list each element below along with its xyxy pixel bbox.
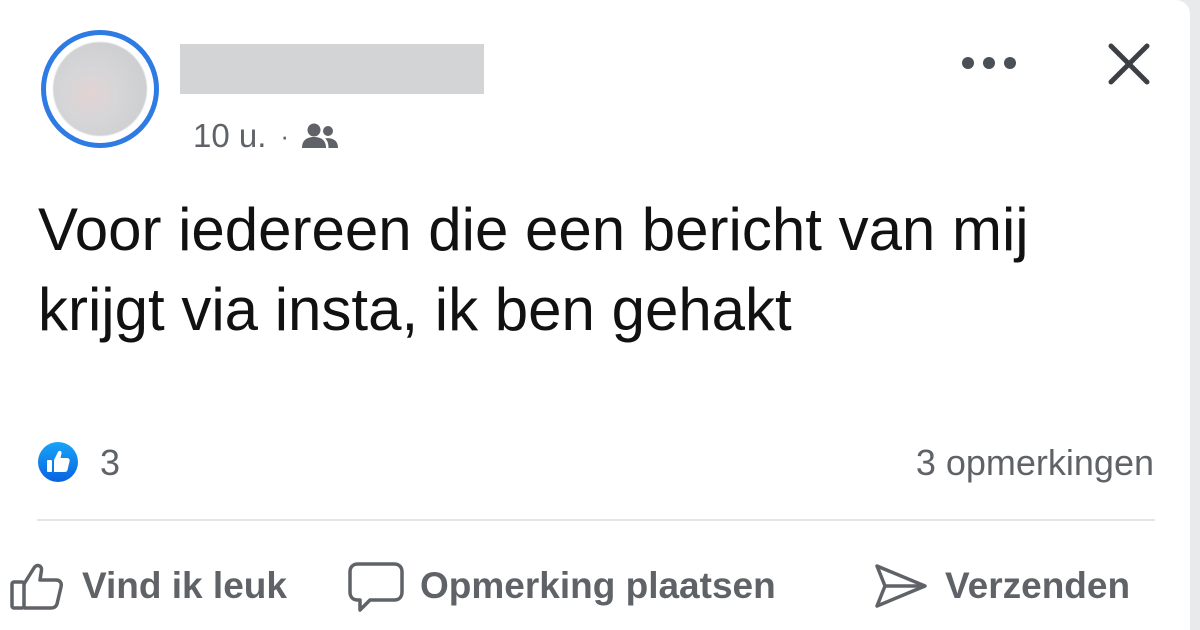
divider: [37, 519, 1155, 521]
post-card: 10 u. · Voor iedereen die een bericht va…: [0, 0, 1190, 630]
send-button[interactable]: Verzenden: [871, 548, 1130, 624]
author-name-redacted[interactable]: [180, 44, 484, 94]
thumbs-up-icon: [10, 563, 63, 610]
action-bar: Vind ik leuk Opmerking plaatsen Verzende…: [0, 548, 1190, 624]
post-meta: 10 u. ·: [193, 116, 339, 156]
more-dot: [962, 57, 974, 69]
send-button-label: Verzenden: [945, 565, 1131, 606]
like-reaction-icon[interactable]: [37, 441, 79, 483]
avatar[interactable]: [41, 30, 159, 148]
meta-separator: ·: [280, 120, 290, 151]
send-icon: [875, 564, 927, 608]
more-dot: [983, 57, 995, 69]
reaction-count[interactable]: 3: [100, 441, 120, 485]
close-icon[interactable]: [1101, 36, 1157, 92]
comments-count[interactable]: 3 opmerkingen: [916, 441, 1154, 485]
more-options-icon[interactable]: [962, 54, 1016, 72]
comment-icon: [348, 562, 404, 612]
avatar-image: [53, 42, 147, 136]
more-dot: [1004, 57, 1016, 69]
comment-button-label: Opmerking plaatsen: [420, 565, 776, 606]
post-text: Voor iedereen die een bericht van mij kr…: [38, 196, 1029, 343]
post-time[interactable]: 10 u.: [193, 117, 266, 155]
like-button-label: Vind ik leuk: [82, 565, 287, 606]
like-button[interactable]: Vind ik leuk: [8, 548, 287, 624]
comment-button[interactable]: Opmerking plaatsen: [346, 548, 776, 624]
friends-icon: [301, 121, 339, 151]
